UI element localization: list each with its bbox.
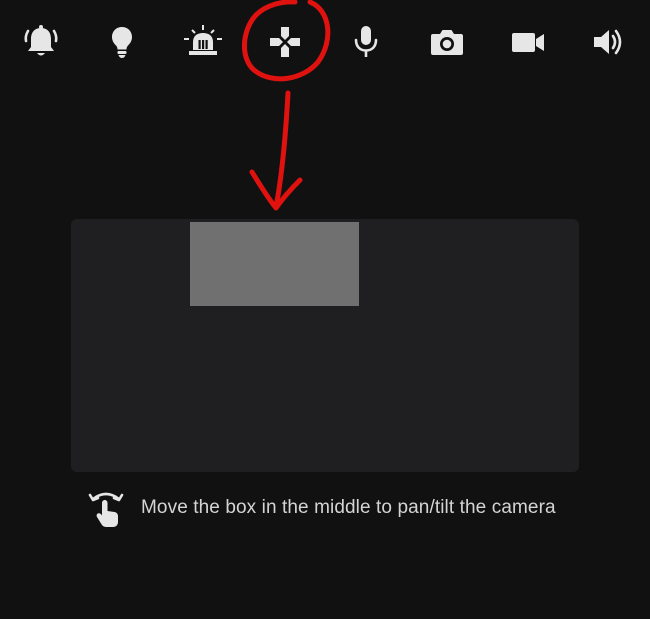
pan-tilt-screen: Move the box in the middle to pan/tilt t… [0,0,650,619]
annotation-arrow-shaft [273,90,291,210]
siren-button[interactable] [181,20,225,64]
control-toolbar [0,0,650,84]
alarm-button[interactable] [19,20,63,64]
hand-swipe-icon [86,486,126,530]
microphone-button[interactable] [344,20,388,64]
alarm-bell-icon [24,25,58,56]
pan-tilt-box[interactable] [190,222,359,306]
pan-tilt-pad[interactable] [71,219,579,472]
speaker-button[interactable] [587,20,631,64]
siren-icon [184,25,222,55]
light-button[interactable] [100,20,144,64]
annotation-arrow-head [249,169,303,211]
camera-icon [431,30,463,55]
microphone-icon [354,26,378,57]
video-camera-icon [512,33,544,52]
pan-tilt-button[interactable] [263,20,307,64]
pan-tilt-hint: Move the box in the middle to pan/tilt t… [86,486,556,530]
gamepad-dpad-icon [270,27,300,57]
snapshot-button[interactable] [425,20,469,64]
hint-text: Move the box in the middle to pan/tilt t… [141,497,556,518]
light-bulb-icon [112,27,132,58]
record-button[interactable] [506,20,550,64]
speaker-icon [594,29,622,55]
